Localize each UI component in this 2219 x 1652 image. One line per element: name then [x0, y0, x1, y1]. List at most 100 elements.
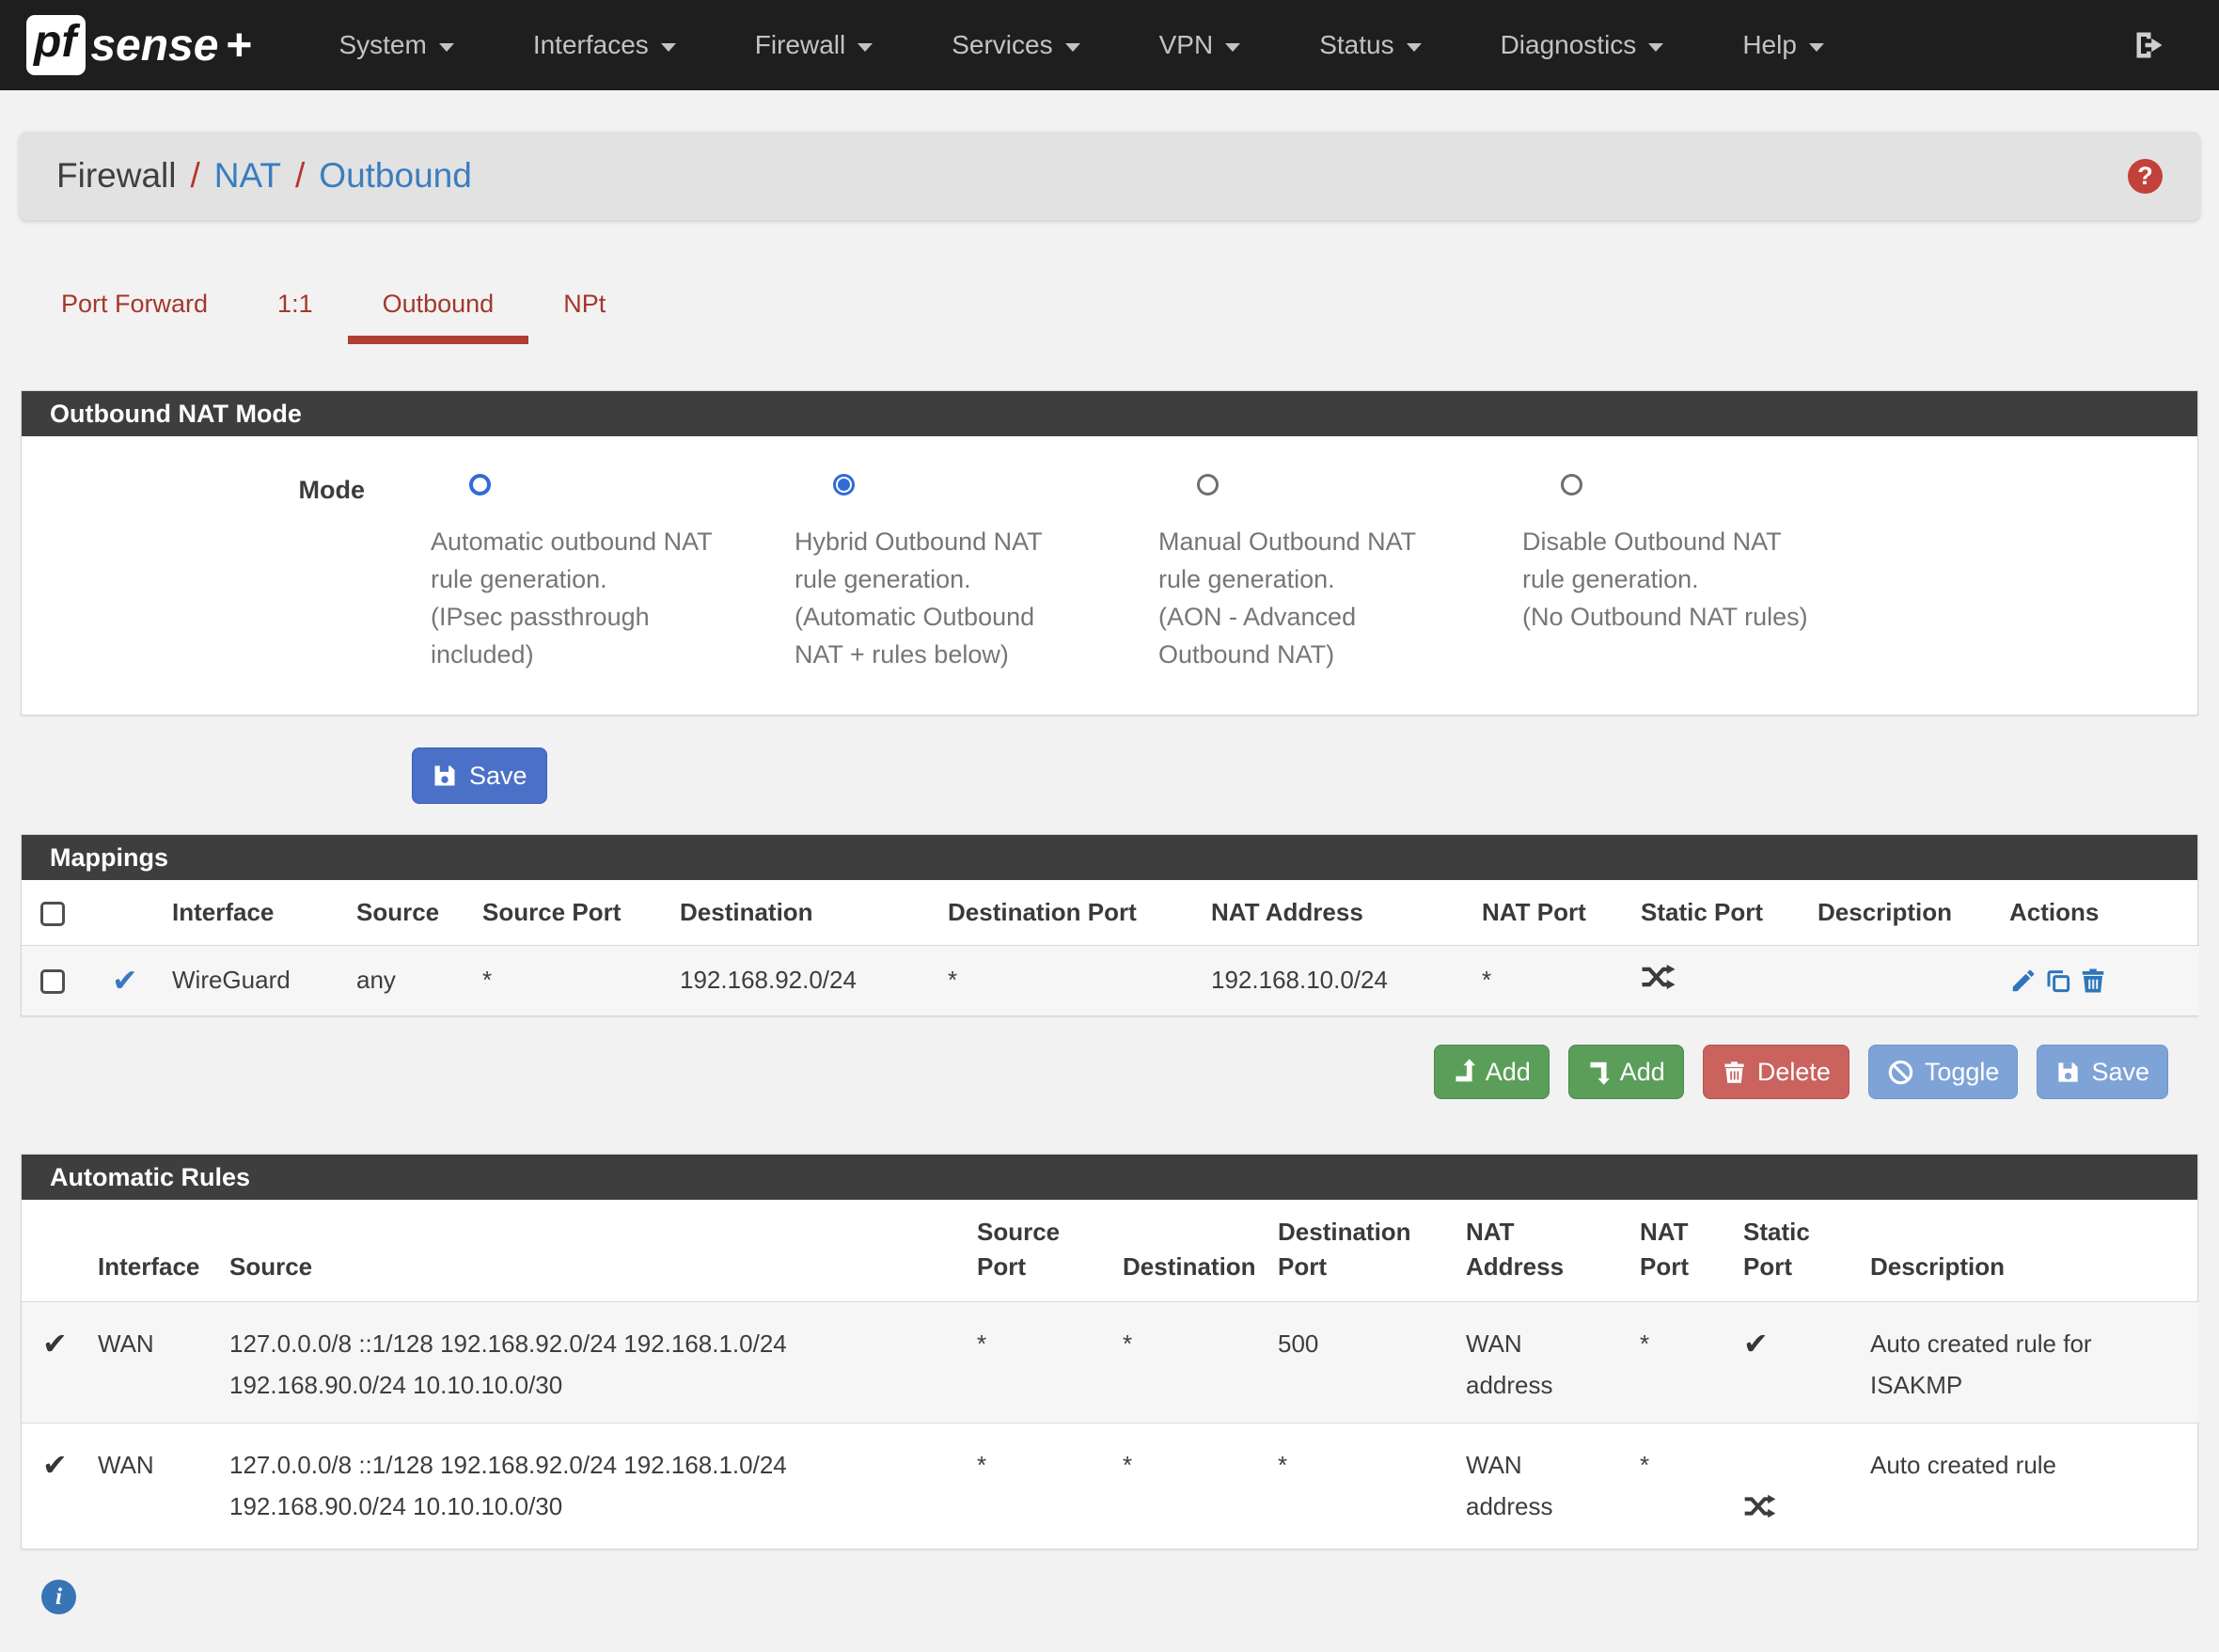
chevron-down-icon [439, 43, 454, 52]
column-header: Static Port [1736, 1200, 1863, 1302]
copy-mapping-icon[interactable] [2044, 967, 2072, 995]
logo-pf: pf [26, 15, 86, 75]
tab-npt[interactable]: NPt [528, 275, 640, 344]
cell-static-port: ✔ [1736, 1302, 1863, 1424]
nat-mode-radio-disable[interactable] [1561, 474, 1582, 496]
nav-label: Interfaces [533, 30, 649, 60]
cell-destination: 192.168.92.0/24 [659, 945, 927, 1015]
column-header: Interface [151, 880, 336, 945]
nav-item-vpn[interactable]: VPN [1120, 0, 1281, 90]
cell-interface: WAN [90, 1302, 222, 1424]
column-header: Source Port [462, 880, 659, 945]
chevron-down-icon [1407, 43, 1422, 52]
cell-source: 127.0.0.0/8 ::1/128 192.168.92.0/24 192.… [222, 1424, 969, 1550]
table-row: ✔ WireGuard any * 192.168.92.0/24 * 192.… [22, 945, 2199, 1015]
cell-source: 127.0.0.0/8 ::1/128 192.168.92.0/24 192.… [222, 1302, 969, 1424]
add-mapping-bottom-button[interactable]: Add [1568, 1045, 1684, 1099]
breadcrumb-link-outbound[interactable]: Outbound [319, 156, 472, 196]
cell-nat-address: WAN address [1458, 1302, 1632, 1424]
nat-mode-radio-automatic[interactable] [469, 474, 491, 496]
row-checkbox[interactable] [40, 969, 65, 994]
nat-mode-option-automatic: Automatic outbound NAT rule generation. … [431, 474, 795, 673]
column-header-status [22, 1200, 90, 1302]
cell-destination-port: * [927, 945, 1190, 1015]
save-mappings-button[interactable]: Save [2037, 1045, 2168, 1099]
nat-mode-option-label: Manual Outbound NAT rule generation. (AO… [1158, 523, 1522, 673]
nav-item-interfaces[interactable]: Interfaces [494, 0, 716, 90]
nat-mode-option-label: Automatic outbound NAT rule generation. … [431, 523, 795, 673]
table-row: ✔ WAN 127.0.0.0/8 ::1/128 192.168.92.0/2… [22, 1302, 2199, 1424]
trash-icon [1722, 1060, 1747, 1085]
panel-title: Outbound NAT Mode [22, 391, 2197, 436]
tab-1-1[interactable]: 1:1 [243, 275, 348, 344]
cell-actions [2009, 967, 2194, 995]
top-navbar: pfsense+ System Interfaces Firewall Serv… [0, 0, 2219, 90]
rule-enabled-check-icon: ✔ [42, 1448, 68, 1482]
column-header: Destination [659, 880, 927, 945]
nav-item-firewall[interactable]: Firewall [716, 0, 912, 90]
panel-title: Mappings [22, 835, 2197, 880]
nav-item-help[interactable]: Help [1703, 0, 1864, 90]
column-header: Description [1863, 1200, 2199, 1302]
cell-interface: WAN [90, 1424, 222, 1550]
nav-item-system[interactable]: System [299, 0, 493, 90]
add-mapping-top-button[interactable]: Add [1434, 1045, 1550, 1099]
column-header: Destination Port [927, 880, 1190, 945]
info-icon: i [41, 1580, 76, 1614]
help-icon[interactable]: ? [2128, 159, 2163, 194]
nav-label: Firewall [755, 30, 845, 60]
nat-mode-option-manual: Manual Outbound NAT rule generation. (AO… [1158, 474, 1522, 673]
cell-nat-port: * [1632, 1302, 1736, 1424]
rule-enabled-check-icon[interactable]: ✔ [112, 963, 138, 998]
toggle-selected-button[interactable]: Toggle [1868, 1045, 2019, 1099]
breadcrumb-separator: / [295, 156, 305, 196]
nav-label: Help [1742, 30, 1797, 60]
breadcrumb-section: Firewall [56, 156, 176, 196]
breadcrumb-separator: / [190, 156, 199, 196]
button-label: Delete [1757, 1058, 1831, 1087]
cell-static-port [1736, 1424, 1863, 1550]
chevron-down-icon [1809, 43, 1824, 52]
nat-mode-option-disable: Disable Outbound NAT rule generation. (N… [1522, 474, 1886, 673]
delete-mapping-icon[interactable] [2079, 967, 2107, 995]
nav-item-status[interactable]: Status [1280, 0, 1460, 90]
cell-destination: * [1115, 1424, 1270, 1550]
column-header: NAT Port [1632, 1200, 1736, 1302]
edit-mapping-icon[interactable] [2009, 967, 2038, 995]
cell-description: Auto created rule [1863, 1424, 2199, 1550]
breadcrumb: Firewall / NAT / Outbound ? [19, 132, 2200, 220]
nav-label: Status [1319, 30, 1393, 60]
cell-description: Auto created rule for ISAKMP [1863, 1302, 2199, 1424]
static-port-check-icon: ✔ [1743, 1327, 1769, 1361]
nat-mode-radio-hybrid[interactable] [833, 474, 855, 496]
nav-label: System [338, 30, 426, 60]
delete-selected-button[interactable]: Delete [1703, 1045, 1849, 1099]
nat-mode-radio-manual[interactable] [1197, 474, 1219, 496]
save-mode-button[interactable]: Save [412, 747, 547, 804]
column-header: Destination [1115, 1200, 1270, 1302]
panel-title: Automatic Rules [22, 1155, 2197, 1200]
select-all-checkbox[interactable] [40, 902, 65, 926]
breadcrumb-link-nat[interactable]: NAT [214, 156, 281, 196]
column-header: NAT Address [1458, 1200, 1632, 1302]
column-header: Source [336, 880, 462, 945]
column-header: Interface [90, 1200, 222, 1302]
ban-icon [1887, 1059, 1914, 1086]
tab-outbound[interactable]: Outbound [348, 275, 529, 344]
pfsense-logo[interactable]: pfsense+ [26, 15, 252, 75]
floppy-icon [2055, 1060, 2081, 1085]
logo-plus: + [226, 20, 252, 71]
cell-description [1797, 945, 1989, 1015]
button-label: Toggle [1925, 1058, 2000, 1087]
logout-icon[interactable] [2131, 28, 2168, 62]
column-header: Static Port [1620, 880, 1797, 945]
nav-item-diagnostics[interactable]: Diagnostics [1461, 0, 1704, 90]
nav-item-services[interactable]: Services [912, 0, 1119, 90]
level-up-icon [1453, 1059, 1475, 1085]
cell-interface: WireGuard [151, 945, 336, 1015]
column-header: Destination Port [1270, 1200, 1458, 1302]
button-label: Save [2091, 1058, 2149, 1087]
cell-destination-port: * [1270, 1424, 1458, 1550]
tab-port-forward[interactable]: Port Forward [26, 275, 243, 344]
automatic-rules-table: Interface Source Source Port Destination… [22, 1200, 2199, 1549]
